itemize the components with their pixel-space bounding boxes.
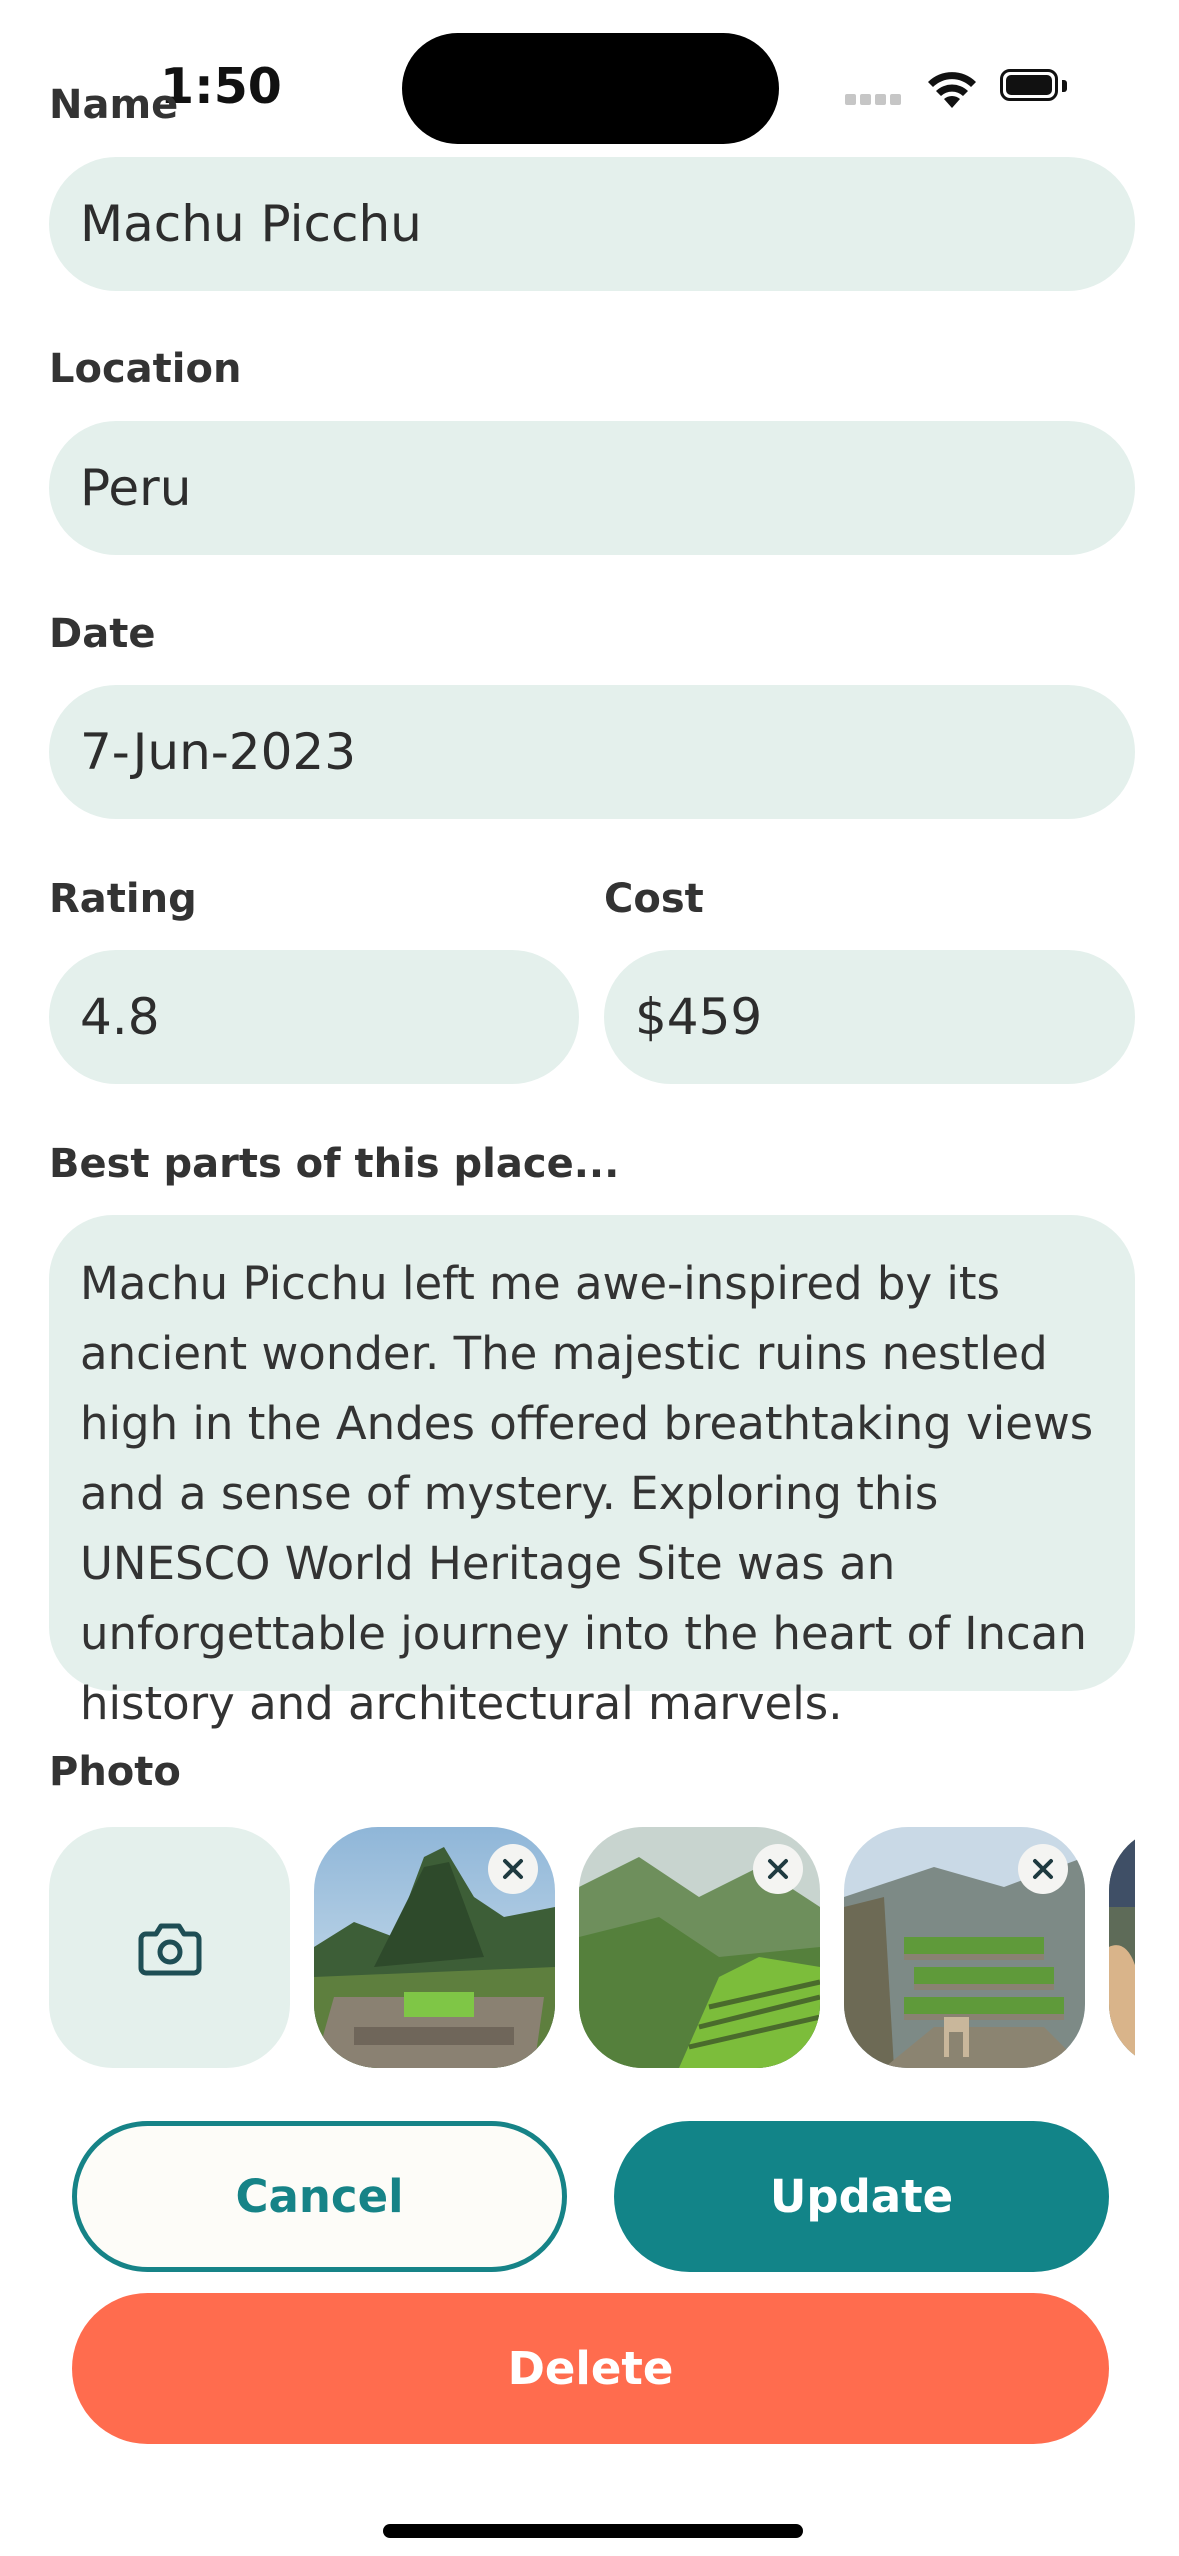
rating-label: Rating	[49, 876, 197, 922]
status-time: 1:50	[160, 58, 282, 115]
update-label: Update	[769, 2170, 954, 2223]
photo-thumbnail[interactable]	[314, 1827, 555, 2068]
cancel-label: Cancel	[235, 2170, 404, 2223]
location-label: Location	[49, 346, 242, 392]
delete-button[interactable]: Delete	[72, 2293, 1109, 2444]
close-icon	[768, 1859, 788, 1879]
photo-strip[interactable]	[49, 1827, 1135, 2068]
photo-label: Photo	[49, 1749, 181, 1795]
name-input[interactable]: Machu Picchu	[49, 157, 1135, 291]
rating-value: 4.8	[80, 988, 160, 1046]
add-photo-button[interactable]	[49, 1827, 290, 2068]
llama-photo	[1109, 1827, 1135, 2068]
rating-input[interactable]: 4.8	[49, 950, 579, 1084]
dynamic-island	[402, 33, 779, 144]
close-icon	[1033, 1859, 1053, 1879]
name-value: Machu Picchu	[80, 195, 422, 253]
photo-thumbnail[interactable]	[1109, 1827, 1135, 2068]
photo-thumbnail[interactable]	[579, 1827, 820, 2068]
battery-icon	[1000, 69, 1070, 105]
cellular-signal-icon	[845, 94, 905, 106]
remove-photo-button[interactable]	[1018, 1844, 1068, 1894]
remove-photo-button[interactable]	[488, 1844, 538, 1894]
location-input[interactable]: Peru	[49, 421, 1135, 555]
cost-value: $459	[635, 988, 763, 1046]
date-input[interactable]: 7-Jun-2023	[49, 685, 1135, 819]
cancel-button[interactable]: Cancel	[72, 2121, 567, 2272]
best-parts-value: Machu Picchu left me awe-inspired by its…	[80, 1257, 1094, 1730]
best-parts-label: Best parts of this place...	[49, 1141, 620, 1187]
best-parts-textarea[interactable]: Machu Picchu left me awe-inspired by its…	[49, 1215, 1135, 1730]
name-label: Name	[49, 82, 179, 128]
date-value: 7-Jun-2023	[80, 723, 357, 781]
camera-icon	[138, 1923, 201, 1975]
photo-thumbnail[interactable]	[844, 1827, 1085, 2068]
cost-label: Cost	[604, 876, 704, 922]
update-button[interactable]: Update	[614, 2121, 1109, 2272]
location-value: Peru	[80, 459, 192, 517]
cost-input[interactable]: $459	[604, 950, 1135, 1084]
wifi-icon	[925, 66, 979, 110]
close-icon	[503, 1859, 523, 1879]
date-label: Date	[49, 611, 156, 657]
delete-label: Delete	[507, 2342, 674, 2395]
home-indicator	[383, 2524, 803, 2538]
remove-photo-button[interactable]	[753, 1844, 803, 1894]
